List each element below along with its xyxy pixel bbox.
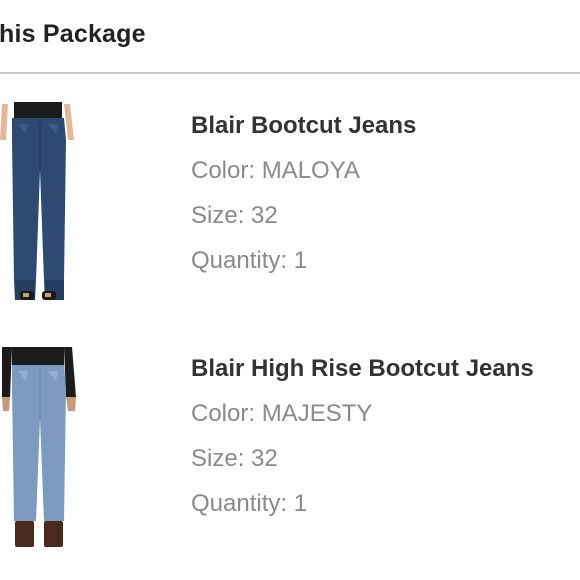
header-divider	[0, 72, 580, 74]
item-size: Size: 32	[191, 202, 278, 229]
item-color: Color: MALOYA	[191, 157, 360, 184]
item-name[interactable]: Blair Bootcut Jeans	[191, 111, 580, 141]
item-name[interactable]: Blair High Rise Bootcut Jeans	[191, 354, 580, 384]
jeans-product-image	[0, 102, 74, 300]
jeans-product-image	[2, 347, 76, 547]
item-quantity: Quantity: 1	[191, 247, 308, 274]
item-details: Blair High Rise Bootcut Jeans Color: MAJ…	[191, 354, 580, 519]
item-image-light-jeans[interactable]	[0, 345, 80, 555]
item-size: Size: 32	[191, 445, 278, 472]
item-color: Color: MAJESTY	[191, 400, 373, 427]
item-details: Blair Bootcut Jeans Color: MALOYA Size: …	[191, 111, 580, 276]
item-quantity: Quantity: 1	[191, 490, 308, 517]
item-image-dark-jeans[interactable]	[0, 100, 80, 310]
package-contents-page: his Package Blair Bootcut Jeans Color: M…	[0, 0, 580, 580]
package-title: his Package	[0, 20, 146, 48]
